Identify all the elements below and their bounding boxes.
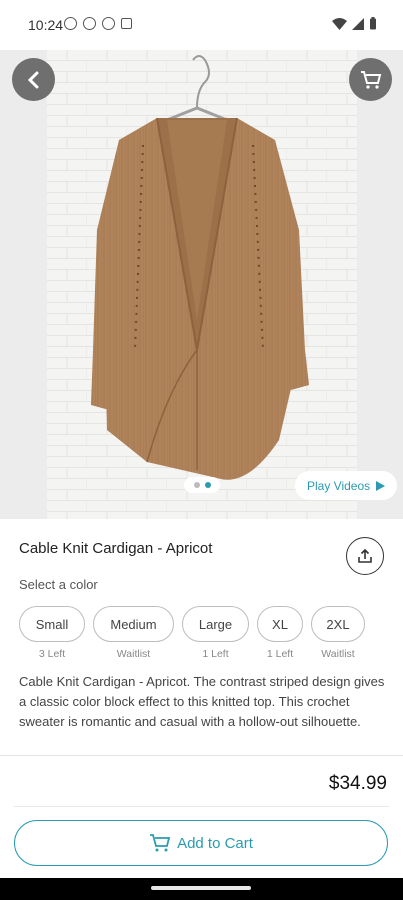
select-color-label: Select a color — [19, 577, 98, 592]
cart-icon — [150, 834, 171, 852]
add-to-cart-label: Add to Cart — [177, 834, 253, 852]
signal-icon — [352, 17, 364, 30]
size-options: Small 3 Left Medium Waitlist Large 1 Lef… — [19, 606, 365, 660]
home-handle[interactable] — [151, 886, 251, 890]
size-option: Medium Waitlist — [93, 606, 174, 660]
size-availability: 1 Left — [266, 648, 294, 660]
product-price: $34.99 — [328, 773, 387, 794]
system-icons — [332, 17, 377, 30]
share-icon — [358, 548, 372, 563]
cart-icon — [360, 70, 381, 89]
play-videos-label: Play Videos — [307, 478, 371, 493]
size-availability: 1 Left — [202, 648, 229, 660]
dnd-icon — [83, 17, 96, 30]
back-button[interactable] — [12, 58, 55, 101]
alert-icon — [102, 17, 115, 30]
carousel-dot[interactable] — [193, 482, 200, 488]
product-description: Cable Knit Cardigan - Apricot. The contr… — [19, 674, 385, 729]
size-availability: 3 Left — [38, 648, 66, 660]
chevron-left-icon — [27, 71, 38, 88]
size-option: Large 1 Left — [182, 606, 249, 660]
status-time: 10:24 — [28, 17, 64, 33]
system-nav-bar — [0, 878, 403, 900]
size-small-button[interactable]: Small — [19, 606, 85, 642]
divider — [14, 806, 389, 807]
product-title: Cable Knit Cardigan - Apricot — [19, 540, 213, 557]
size-option: 2XL Waitlist — [311, 606, 365, 660]
carousel-dot-active[interactable] — [204, 482, 211, 488]
status-bar: 10:24 — [0, 0, 403, 50]
carousel-indicator — [184, 477, 220, 493]
size-large-button[interactable]: Large — [182, 606, 249, 642]
share-button[interactable] — [346, 537, 384, 575]
size-2xl-button[interactable]: 2XL — [311, 606, 365, 642]
cart-button[interactable] — [349, 58, 392, 101]
add-to-cart-button[interactable]: Add to Cart — [14, 820, 388, 866]
play-videos-button[interactable]: Play Videos — [295, 471, 398, 500]
play-icon — [376, 480, 386, 491]
product-photo — [47, 50, 357, 519]
notification-icon — [64, 17, 77, 30]
notification-icons — [64, 17, 132, 30]
product-image-carousel[interactable]: Play Videos — [0, 50, 403, 519]
size-option: XL 1 Left — [257, 606, 303, 660]
size-availability: Waitlist — [116, 648, 151, 660]
size-option: Small 3 Left — [19, 606, 85, 660]
size-medium-button[interactable]: Medium — [93, 606, 174, 642]
battery-icon — [370, 17, 376, 30]
divider — [0, 755, 403, 756]
app-notification-icon — [121, 18, 132, 29]
size-availability: Waitlist — [321, 648, 355, 660]
wifi-icon — [332, 17, 347, 30]
size-xl-button[interactable]: XL — [257, 606, 303, 642]
